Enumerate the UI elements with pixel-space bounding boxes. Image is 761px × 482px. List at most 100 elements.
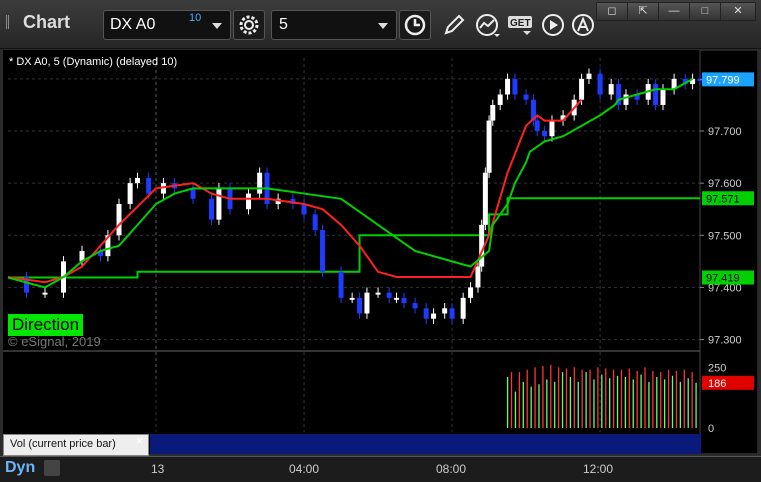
- svg-text:GET: GET: [510, 18, 531, 29]
- gear-button[interactable]: [233, 10, 265, 40]
- price-bar: [386, 292, 392, 298]
- price-bar: [653, 84, 659, 105]
- volume-tick-label: 250: [708, 362, 726, 374]
- price-bar: [468, 287, 474, 298]
- price-bar: [423, 308, 429, 319]
- volume-pane-bar: [150, 434, 701, 454]
- close-icon[interactable]: ✕: [720, 2, 756, 21]
- price-bar: [431, 313, 437, 319]
- price-tick-label: 97.700: [708, 126, 742, 138]
- price-bar: [401, 297, 407, 304]
- price-bar: [542, 131, 548, 137]
- price-bar: [490, 104, 496, 121]
- drag-grip-icon[interactable]: [6, 15, 19, 29]
- price-bar: [357, 297, 363, 314]
- time-tick-label: 08:00: [436, 462, 467, 476]
- price-bar: [534, 120, 540, 131]
- price-bar: [394, 297, 400, 300]
- price-bar: [257, 172, 263, 194]
- clock-button[interactable]: [399, 10, 431, 40]
- price-bar: [190, 188, 196, 199]
- symbol-value: DX A0: [110, 16, 156, 33]
- gear-icon: [239, 15, 259, 35]
- title-bar: Chart DX A0 10 5 GET ◻ ⇱ — □ ✕: [0, 0, 761, 49]
- price-tick-label: 97.500: [708, 230, 742, 242]
- interval-value: 5: [279, 16, 288, 33]
- price-bar: [660, 89, 666, 105]
- step-line: [8, 197, 700, 279]
- close-icon[interactable]: ×: [136, 434, 143, 448]
- dynamic-mode-label[interactable]: Dyn: [5, 459, 35, 477]
- alert-icon[interactable]: [570, 12, 596, 38]
- volume-pane-label: Vol (current price bar) ×: [3, 434, 149, 456]
- price-bar: [505, 78, 511, 95]
- app-title-text: Chart: [23, 12, 71, 32]
- price-bar: [442, 308, 448, 314]
- volume-tag-label: 186: [708, 378, 726, 390]
- direction-label: Direction: [8, 314, 84, 336]
- price-axis: [699, 49, 759, 455]
- price-bar: [146, 177, 152, 194]
- price-bar: [209, 198, 215, 220]
- chart-area[interactable]: 97.79997.70097.60097.50097.40097.30097.7…: [3, 49, 759, 455]
- price-bar: [449, 308, 455, 319]
- price-bar: [482, 172, 488, 225]
- price-bar: [375, 292, 381, 295]
- price-bar: [512, 78, 518, 95]
- price-bar: [246, 193, 252, 210]
- price-bar: [412, 303, 418, 309]
- time-axis: Dyn 13 04:00 08:00 12:00: [0, 456, 761, 482]
- price-tag-label: 97.419: [706, 273, 740, 285]
- price-tag-label: 97.571: [706, 193, 740, 205]
- volume-tick-label: 0: [708, 423, 714, 435]
- chart-legend: * DX A0, 5 (Dynamic) (delayed 10): [9, 56, 178, 68]
- price-bar: [586, 73, 592, 79]
- price-bar: [608, 84, 614, 95]
- play-icon[interactable]: [540, 12, 566, 38]
- price-bar: [312, 214, 318, 231]
- lock-icon[interactable]: [44, 460, 60, 476]
- window-controls: ◻ ⇱ — □ ✕: [596, 2, 756, 21]
- price-bar: [116, 204, 122, 236]
- time-tick-label: 12:00: [583, 462, 614, 476]
- pencil-icon[interactable]: [441, 12, 467, 38]
- time-tick-label: 04:00: [289, 462, 320, 476]
- link-window-icon[interactable]: ⇱: [627, 2, 659, 21]
- restore-icon[interactable]: ◻: [596, 2, 628, 21]
- price-bar: [597, 73, 603, 95]
- price-bar: [127, 183, 133, 204]
- volume-pane-title: Vol (current price bar): [10, 438, 116, 450]
- price-tick-label: 97.300: [708, 335, 742, 347]
- price-bar: [349, 297, 355, 300]
- price-bar: [623, 94, 629, 105]
- price-bar: [549, 120, 555, 137]
- price-chart[interactable]: 97.79997.70097.60097.50097.40097.30097.7…: [3, 49, 759, 455]
- app-title: Chart: [6, 12, 70, 33]
- price-bar: [320, 230, 326, 272]
- interval-select[interactable]: 5: [271, 10, 397, 40]
- symbol-input[interactable]: DX A0 10: [103, 10, 231, 40]
- chevron-down-icon[interactable]: [212, 23, 222, 29]
- minimize-icon[interactable]: —: [658, 2, 690, 21]
- price-bar: [364, 292, 370, 314]
- price-bar: [42, 292, 48, 295]
- get-icon[interactable]: GET: [507, 12, 537, 38]
- clock-icon: [404, 14, 426, 36]
- price-bar: [135, 177, 141, 184]
- price-bar: [579, 78, 585, 100]
- study-icon[interactable]: [474, 12, 500, 38]
- time-tick-label: 13: [151, 462, 165, 476]
- price-bar: [460, 297, 466, 319]
- price-bar: [301, 204, 307, 215]
- price-bar: [486, 120, 492, 173]
- price-tag-label: 97.799: [706, 74, 740, 86]
- price-bar: [338, 271, 344, 298]
- price-bar: [523, 94, 529, 100]
- price-tick-label: 97.600: [708, 178, 742, 190]
- price-bar: [497, 94, 503, 105]
- chevron-down-icon[interactable]: [378, 23, 388, 29]
- symbol-delay-badge: 10: [189, 12, 202, 24]
- price-bar: [475, 266, 481, 288]
- price-bar: [216, 188, 222, 220]
- maximize-icon[interactable]: □: [689, 2, 721, 21]
